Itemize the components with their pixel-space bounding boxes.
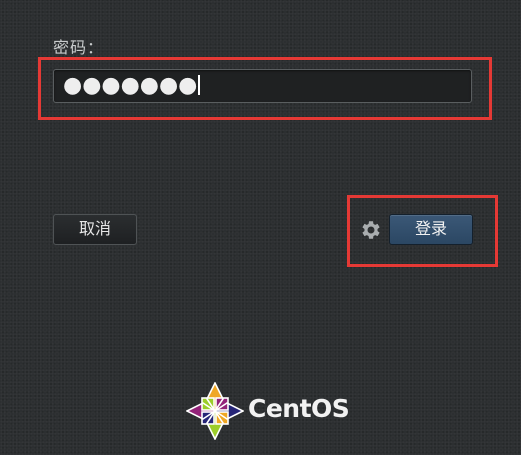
password-input[interactable]: ●●●●●●●: [53, 69, 472, 103]
cancel-button[interactable]: 取消: [53, 214, 137, 245]
text-cursor: [198, 75, 201, 95]
gear-icon[interactable]: [359, 218, 383, 242]
login-button[interactable]: 登录: [389, 214, 473, 245]
password-label: 密码：: [53, 38, 105, 57]
centos-brand-name: CentOS: [248, 394, 350, 423]
centos-logo-icon: [186, 382, 244, 440]
password-masked-value: ●●●●●●●: [63, 73, 198, 98]
